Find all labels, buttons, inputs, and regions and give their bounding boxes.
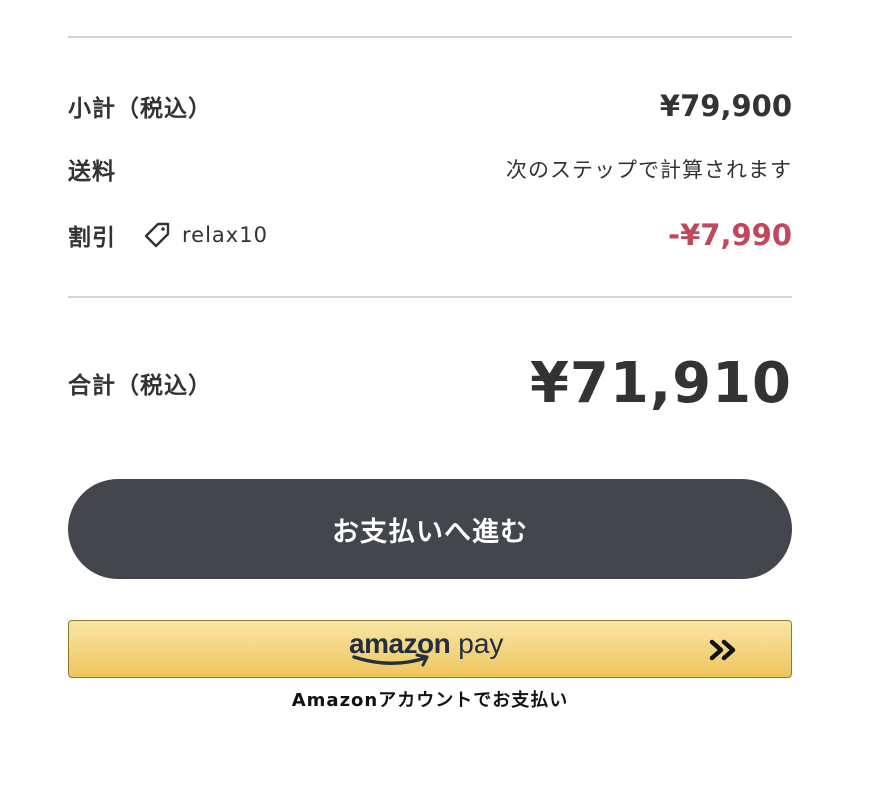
- middle-divider: [68, 296, 792, 298]
- total-row: 合計（税込） ¥71,910: [68, 348, 792, 418]
- pay-logo-text: pay: [458, 628, 504, 659]
- tag-icon: [142, 220, 172, 250]
- shipping-label: 送料: [68, 159, 116, 185]
- discount-row: 割引 relax10 -¥7,990: [68, 218, 792, 252]
- total-label: 合計（税込）: [68, 373, 212, 399]
- double-chevron-right-icon: [709, 639, 736, 661]
- shipping-row: 送料 次のステップで計算されます: [68, 154, 792, 185]
- discount-value: -¥7,990: [668, 218, 792, 252]
- discount-info: 割引 relax10: [68, 218, 268, 252]
- subtotal-row: 小計（税込） ¥79,900: [68, 88, 792, 124]
- subtotal-value: ¥79,900: [659, 89, 792, 123]
- total-value: ¥71,910: [529, 350, 792, 416]
- discount-label: 割引: [68, 225, 116, 251]
- amazon-smile-icon: [352, 653, 429, 667]
- amazon-logo-word: amazon: [349, 627, 451, 667]
- proceed-to-payment-button[interactable]: お支払いへ進む: [68, 479, 792, 579]
- top-divider: [68, 36, 792, 38]
- amazon-pay-button[interactable]: amazon pay: [68, 620, 792, 678]
- shipping-value: 次のステップで計算されます: [506, 158, 792, 182]
- coupon-code: relax10: [182, 223, 268, 247]
- order-summary: 小計（税込） ¥79,900 送料 次のステップで計算されます 割引 relax…: [68, 36, 792, 418]
- amazon-pay-logo: amazon pay: [349, 627, 503, 671]
- subtotal-label: 小計（税込）: [68, 96, 212, 122]
- amazon-pay-caption: Amazonアカウントでお支払い: [291, 690, 569, 711]
